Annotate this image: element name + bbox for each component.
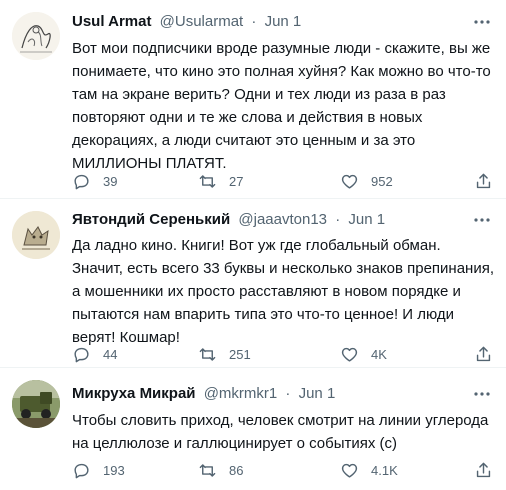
heart-icon [341, 174, 358, 189]
retweet-icon [199, 463, 216, 477]
share-icon [476, 346, 491, 361]
more-icon [474, 218, 490, 222]
retweet-button[interactable]: 27 [198, 171, 243, 191]
reply-icon [74, 347, 89, 362]
retweet-button[interactable]: 86 [198, 460, 243, 480]
share-button[interactable] [474, 460, 505, 480]
author-name[interactable]: Usul Armat [72, 13, 151, 30]
more-icon [474, 392, 490, 396]
heart-icon [341, 463, 358, 478]
share-button[interactable] [474, 344, 505, 364]
reply-button[interactable]: 39 [72, 171, 117, 191]
tweet[interactable]: Явтондий Серенький @jaaavton13 · Jun 1 Д… [0, 199, 506, 367]
share-icon [476, 462, 491, 477]
separator-dot: · [251, 13, 257, 30]
share-icon [476, 173, 491, 188]
avatar[interactable] [12, 12, 60, 60]
reply-icon [74, 463, 89, 478]
reply-button[interactable]: 44 [72, 344, 117, 364]
tweet-actions: 193 86 4.1K [72, 460, 494, 480]
share-button[interactable] [474, 171, 505, 191]
like-count: 952 [371, 173, 393, 189]
author-name[interactable]: Явтондий Серенький [72, 211, 230, 228]
avatar[interactable] [12, 380, 60, 428]
heart-icon [341, 347, 358, 362]
separator-dot: · [285, 385, 291, 402]
sketch-drawing-avatar-icon [12, 12, 60, 60]
wolf-drawing-avatar-icon [12, 211, 60, 259]
like-button[interactable]: 952 [340, 171, 393, 191]
tweet-date[interactable]: Jun 1 [299, 385, 336, 402]
tweet-date[interactable]: Jun 1 [348, 211, 385, 228]
tweet[interactable]: Usul Armat @Usularmat · Jun 1 Вот мои по… [0, 0, 506, 198]
retweet-icon [199, 174, 216, 188]
tweet[interactable]: Микруха Микрай @mkrmkr1 · Jun 1 Чтобы сл… [0, 368, 506, 490]
more-options-button[interactable] [472, 12, 492, 32]
tweet-header: Микруха Микрай @mkrmkr1 · Jun 1 [72, 384, 335, 404]
retweet-icon [199, 347, 216, 361]
tweet-header: Явтондий Серенький @jaaavton13 · Jun 1 [72, 210, 385, 230]
retweet-count: 86 [229, 462, 244, 478]
author-name[interactable]: Микруха Микрай [72, 385, 196, 402]
reply-button[interactable]: 193 [72, 460, 125, 480]
like-count: 4K [371, 346, 387, 362]
author-handle[interactable]: @mkrmkr1 [204, 385, 278, 402]
avatar[interactable] [12, 211, 60, 259]
more-icon [474, 20, 490, 24]
separator-dot: · [335, 211, 341, 228]
retweet-count: 251 [229, 346, 251, 362]
reply-count: 44 [103, 346, 118, 362]
reply-count: 39 [103, 173, 118, 189]
tweet-header: Usul Armat @Usularmat · Jun 1 [72, 12, 301, 32]
like-button[interactable]: 4K [340, 344, 387, 364]
tweet-actions: 44 251 4K [72, 344, 494, 364]
more-options-button[interactable] [472, 384, 492, 404]
tweet-date[interactable]: Jun 1 [265, 13, 302, 30]
like-count: 4.1K [371, 462, 398, 478]
reply-count: 193 [103, 462, 125, 478]
author-handle[interactable]: @Usularmat [160, 13, 244, 30]
tweet-text: Чтобы словить приход, человек смотрит на… [72, 412, 489, 452]
author-handle[interactable]: @jaaavton13 [238, 211, 327, 228]
more-options-button[interactable] [472, 210, 492, 230]
retweet-button[interactable]: 251 [198, 344, 251, 364]
like-button[interactable]: 4.1K [340, 460, 398, 480]
tweet-text: Да ладно кино. Книги! Вот уж где глобаль… [72, 237, 494, 346]
retweet-count: 27 [229, 173, 244, 189]
tweet-actions: 39 27 952 [72, 171, 494, 191]
truck-photo-avatar-icon [12, 380, 60, 428]
tweet-text: Вот мои подписчики вроде разумные люди -… [72, 40, 491, 172]
reply-icon [74, 174, 89, 189]
